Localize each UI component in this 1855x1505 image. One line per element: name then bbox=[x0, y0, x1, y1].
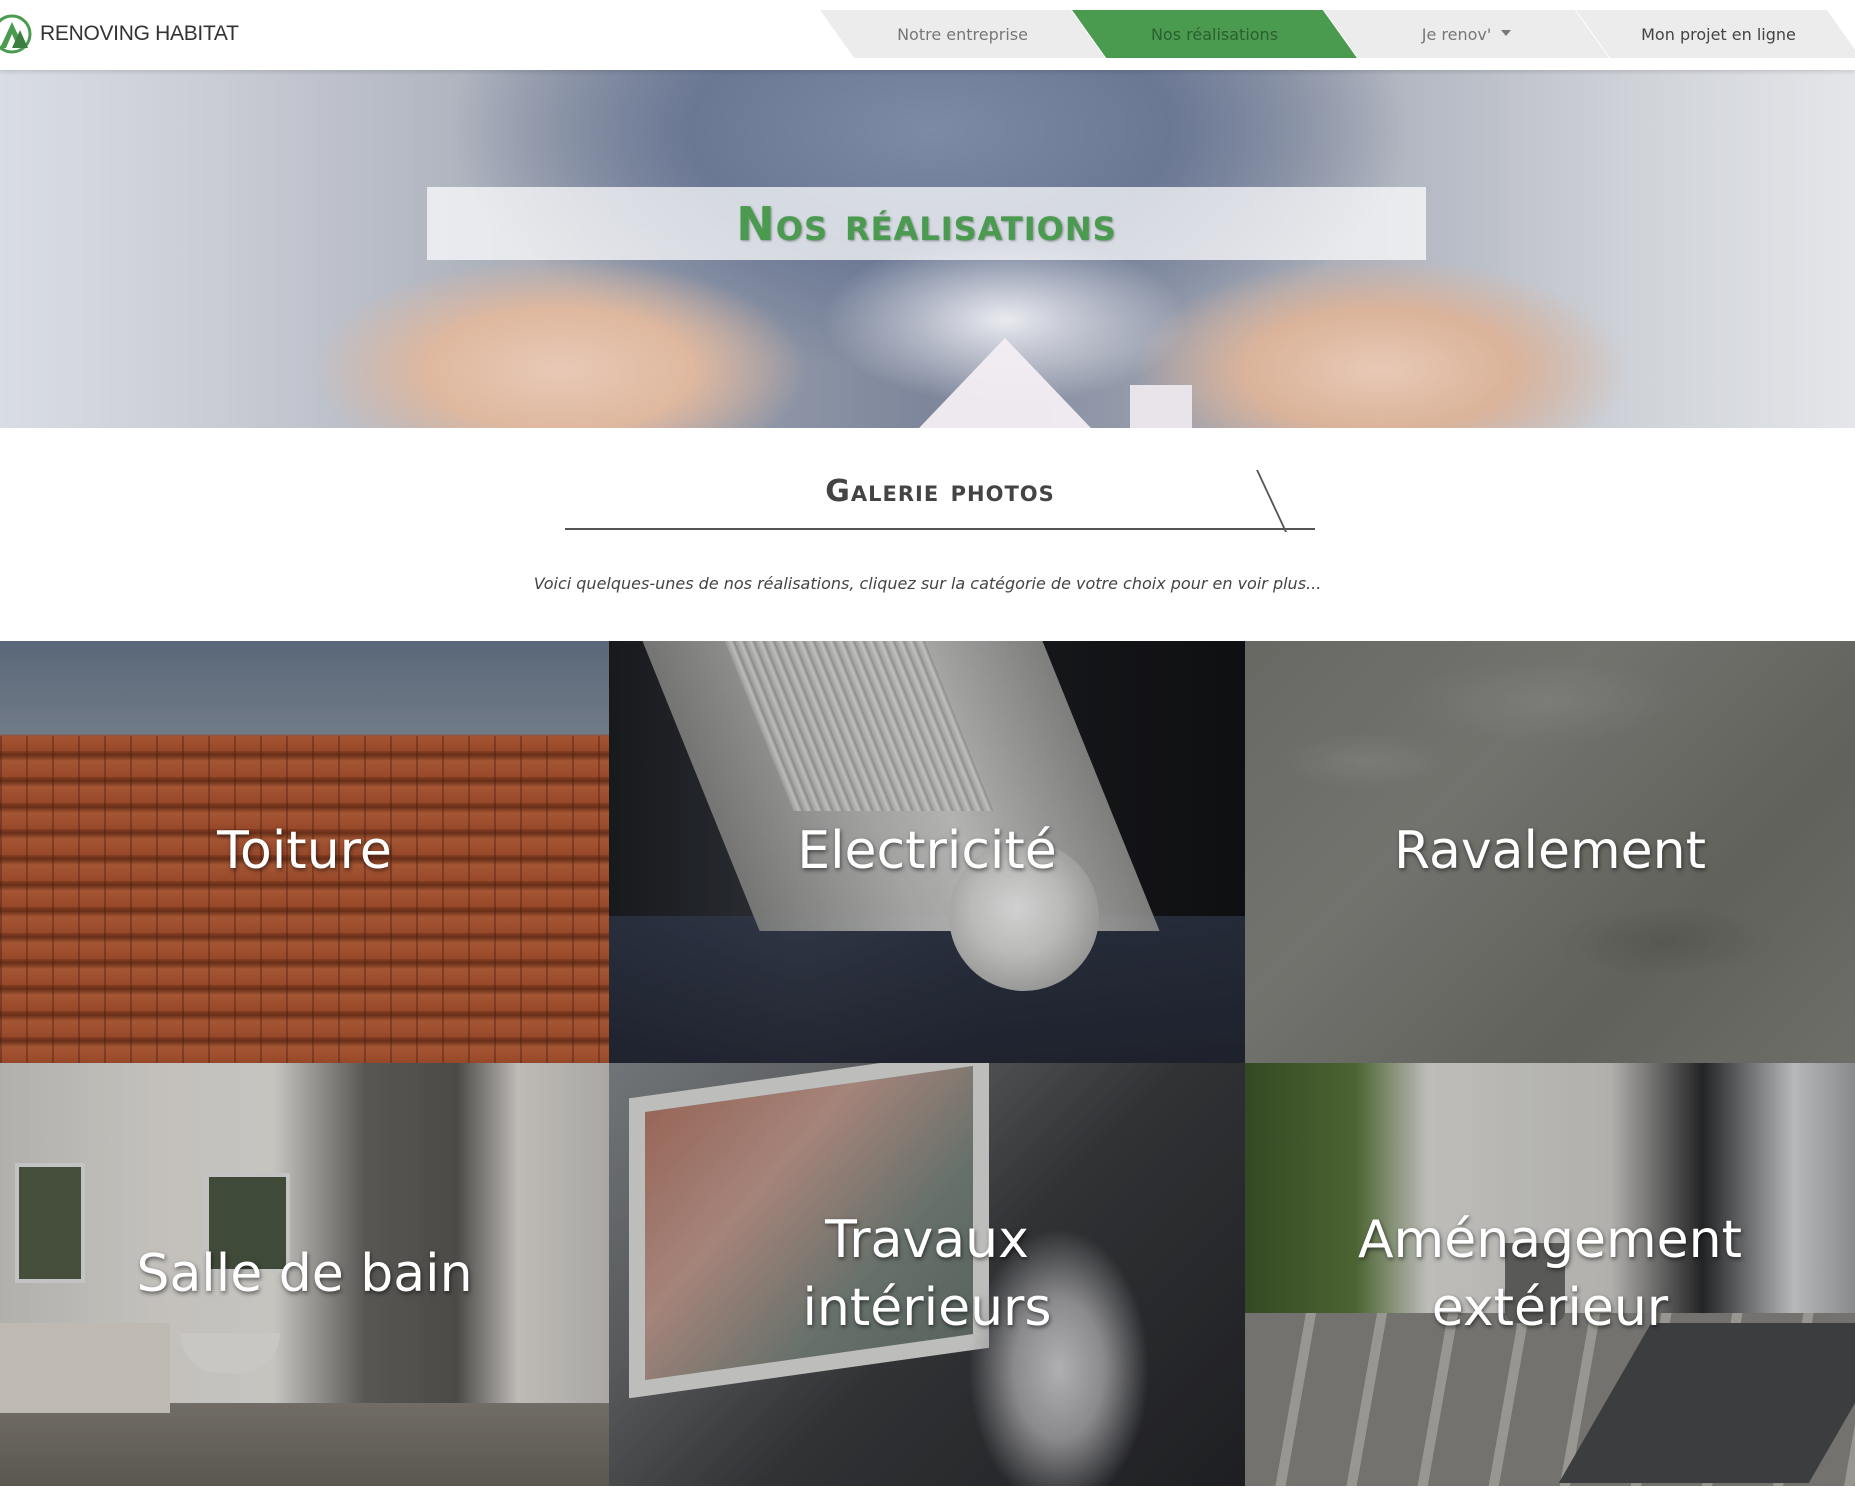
caret-down-icon bbox=[1501, 30, 1512, 36]
renoving-habitat-logo-icon bbox=[0, 12, 38, 56]
logo-link[interactable]: RENOVING HABITAT bbox=[0, 12, 239, 56]
category-tile-toiture[interactable]: Toiture bbox=[0, 641, 609, 1063]
category-label-line: Toiture bbox=[217, 821, 392, 882]
page-title: Nos réalisations bbox=[736, 196, 1117, 251]
house-model-image bbox=[900, 338, 1110, 428]
nav-label: Mon projet en ligne bbox=[1641, 24, 1796, 44]
category-label-line: extérieur bbox=[1431, 1277, 1669, 1338]
category-tile-travaux-interieurs[interactable]: Travaux intérieurs bbox=[609, 1063, 1245, 1486]
nav-mon-projet-en-ligne[interactable]: Mon projet en ligne bbox=[1576, 10, 1855, 58]
hero-banner: Nos réalisations bbox=[0, 70, 1855, 428]
category-label-line: Salle de bain bbox=[136, 1243, 473, 1304]
category-label-line: intérieurs bbox=[802, 1277, 1052, 1338]
main-nav: Notre entreprise Nos réalisations Je ren… bbox=[820, 10, 1855, 58]
nav-label: Je renov' bbox=[1421, 24, 1492, 44]
nav-notre-entreprise[interactable]: Notre entreprise bbox=[820, 10, 1105, 58]
category-label: Travaux intérieurs bbox=[802, 1207, 1051, 1342]
category-tile-electricite[interactable]: Electricité bbox=[609, 641, 1245, 1063]
house-block-image bbox=[1130, 385, 1192, 428]
category-label-line: Travaux bbox=[825, 1209, 1029, 1270]
nav-nos-realisations[interactable]: Nos réalisations bbox=[1072, 10, 1357, 58]
category-tile-salle-de-bain[interactable]: Salle de bain bbox=[0, 1063, 609, 1486]
nav-label: Notre entreprise bbox=[897, 24, 1028, 44]
gallery-heading: Galerie photos bbox=[565, 470, 1315, 532]
category-label-line: Ravalement bbox=[1394, 821, 1706, 882]
category-label-line: Aménagement bbox=[1357, 1209, 1743, 1270]
category-label: Aménagement extérieur bbox=[1358, 1207, 1742, 1342]
category-gallery: Toiture Electricité Ravalement Salle de … bbox=[0, 641, 1855, 1486]
category-label: Toiture bbox=[217, 818, 392, 886]
site-header: RENOVING HABITAT Notre entreprise Nos ré… bbox=[0, 0, 1855, 70]
category-label: Electricité bbox=[797, 818, 1057, 886]
hero-title-box: Nos réalisations bbox=[427, 187, 1426, 260]
category-label: Ravalement bbox=[1394, 818, 1706, 886]
nav-label: Nos réalisations bbox=[1150, 24, 1279, 44]
category-tile-ravalement[interactable]: Ravalement bbox=[1245, 641, 1855, 1063]
section-title: Galerie photos bbox=[825, 474, 1055, 509]
heading-underline bbox=[565, 528, 1315, 530]
gallery-intro: Voici quelques-unes de nos réalisations,… bbox=[533, 574, 1322, 593]
category-label-line: Electricité bbox=[797, 821, 1057, 882]
brand-name: RENOVING HABITAT bbox=[40, 22, 239, 45]
category-tile-amenagement-exterieur[interactable]: Aménagement extérieur bbox=[1245, 1063, 1855, 1486]
category-label: Salle de bain bbox=[136, 1241, 472, 1309]
nav-je-renov[interactable]: Je renov' bbox=[1324, 10, 1609, 58]
